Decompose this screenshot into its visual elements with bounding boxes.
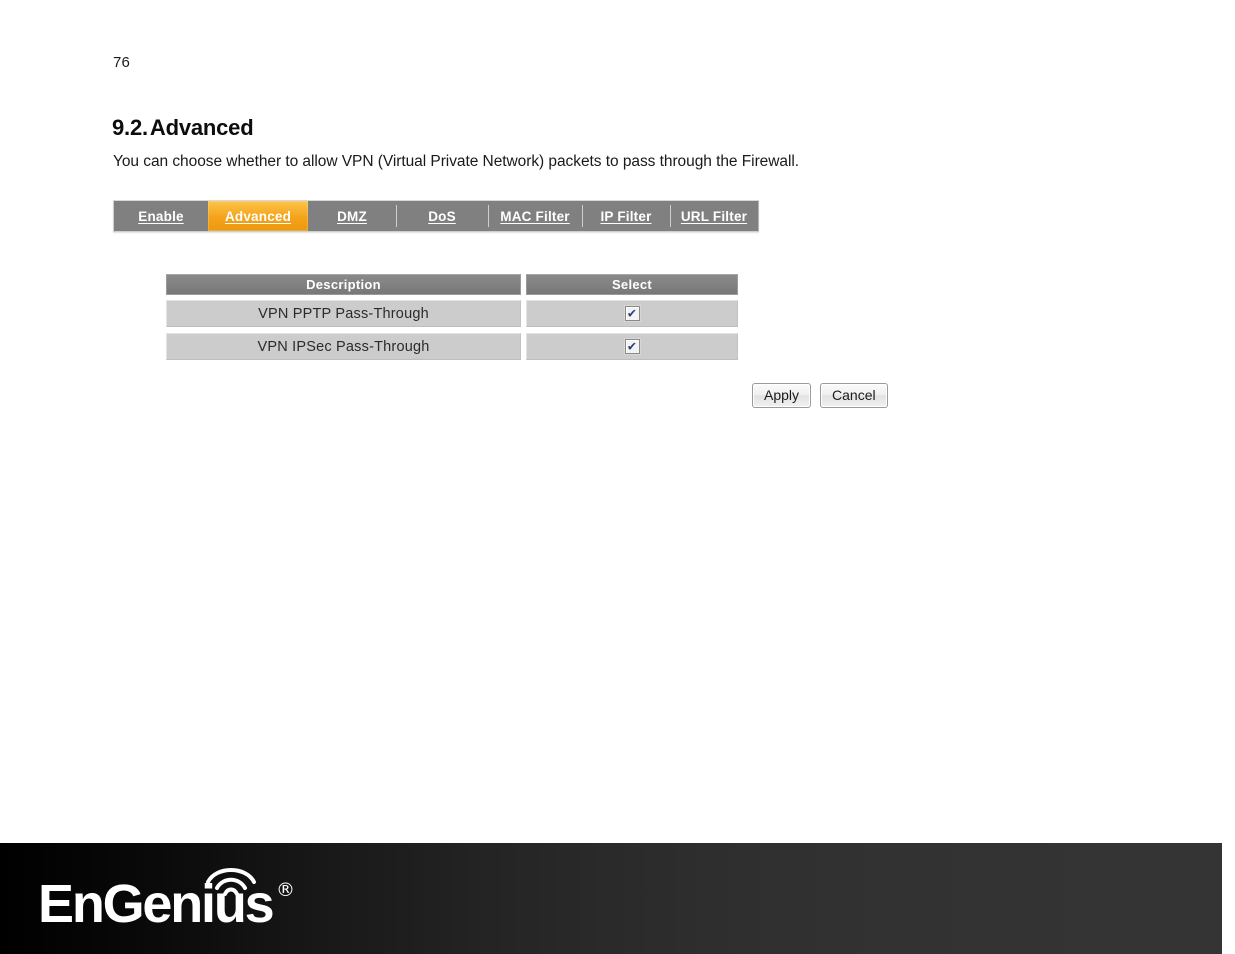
tab-url-filter-label: URL Filter: [680, 208, 748, 224]
tab-url-filter[interactable]: URL Filter: [670, 201, 758, 231]
tab-enable-label: Enable: [138, 208, 184, 224]
engenius-wordmark: EnGenius: [38, 874, 275, 934]
table-row: VPN IPSec Pass-Through ✔: [166, 333, 738, 360]
form-actions: Apply Cancel: [752, 383, 888, 409]
engenius-logo: EnGenius ®: [38, 861, 298, 933]
firewall-tab-bar: Enable Advanced DMZ DoS MAC Filter IP Fi…: [113, 200, 759, 232]
tab-mac-filter[interactable]: MAC Filter: [488, 201, 582, 231]
section-title: Advanced: [149, 115, 254, 140]
tab-ip-filter[interactable]: IP Filter: [582, 201, 670, 231]
cancel-button[interactable]: Cancel: [820, 383, 888, 409]
table-row: VPN PPTP Pass-Through ✔: [166, 300, 738, 327]
checkmark-icon: ✔: [626, 339, 638, 353]
section-number: 9.2.: [112, 115, 148, 140]
tab-mac-filter-label: MAC Filter: [500, 208, 570, 224]
registered-trademark-icon: ®: [276, 879, 295, 901]
page-title: 9.2.Advanced: [112, 115, 254, 141]
tab-dmz[interactable]: DMZ: [308, 201, 396, 231]
intro-paragraph: You can choose whether to allow VPN (Vir…: [113, 153, 800, 170]
tab-ip-filter-label: IP Filter: [600, 208, 652, 224]
page-number: 76: [113, 54, 131, 71]
checkbox-vpn-ipsec-passthrough[interactable]: ✔: [624, 339, 640, 354]
tab-advanced-label: Advanced: [224, 208, 292, 224]
row-description-ipsec: VPN IPSec Pass-Through: [166, 333, 521, 360]
vpn-passthrough-table: Description Select VPN PPTP Pass-Through…: [166, 274, 738, 366]
tab-advanced[interactable]: Advanced: [208, 201, 308, 231]
tab-dmz-label: DMZ: [337, 208, 367, 224]
table-header-row: Description Select: [166, 274, 738, 295]
row-select-ipsec: ✔: [526, 333, 738, 360]
row-description-pptp: VPN PPTP Pass-Through: [166, 300, 521, 327]
tab-enable[interactable]: Enable: [114, 201, 208, 231]
row-select-pptp: ✔: [526, 300, 738, 327]
column-header-description: Description: [166, 274, 521, 295]
checkmark-icon: ✔: [626, 306, 638, 320]
column-header-select: Select: [526, 274, 738, 295]
tab-dos-label: DoS: [428, 208, 456, 224]
apply-button[interactable]: Apply: [752, 383, 812, 409]
checkbox-vpn-pptp-passthrough[interactable]: ✔: [624, 306, 640, 321]
page-footer: EnGenius ®: [0, 843, 1222, 954]
tab-dos[interactable]: DoS: [396, 201, 488, 231]
